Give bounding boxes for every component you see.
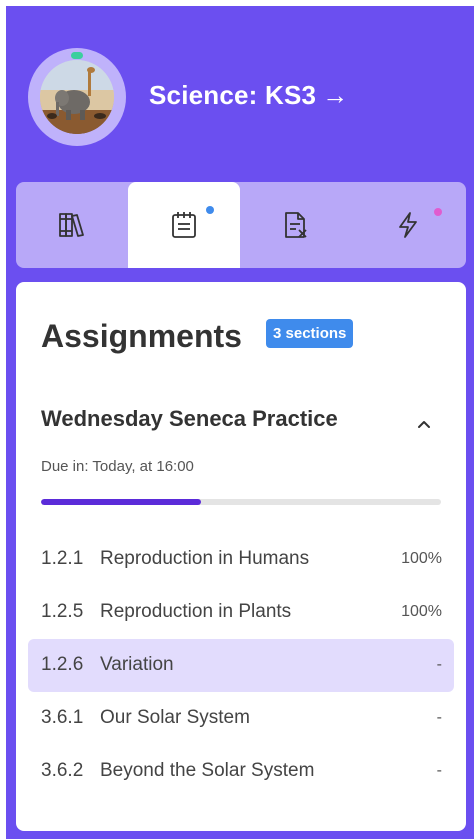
assignments-icon bbox=[172, 212, 196, 238]
course-header: Science: KS3 → bbox=[28, 48, 458, 158]
section-row[interactable]: 1.2.6 Variation - bbox=[28, 639, 454, 692]
section-score: 100% bbox=[401, 550, 442, 567]
tab-assignments[interactable] bbox=[128, 182, 240, 268]
chevron-up-icon bbox=[418, 421, 430, 428]
progress-fill bbox=[41, 499, 201, 505]
section-number: 3.6.1 bbox=[41, 707, 84, 728]
tab-smart-learning[interactable] bbox=[352, 182, 464, 268]
section-name: Our Solar System bbox=[100, 707, 250, 728]
section-name: Reproduction in Humans bbox=[100, 548, 310, 569]
course-title-link[interactable]: Science: KS3 → bbox=[149, 80, 348, 111]
course-title: Science: KS3 bbox=[149, 80, 317, 110]
section-score: - bbox=[436, 656, 442, 673]
elephant-photo-icon bbox=[40, 60, 114, 134]
tab-library[interactable] bbox=[16, 182, 128, 268]
section-number: 1.2.6 bbox=[41, 654, 84, 675]
arrow-right-icon: → bbox=[322, 80, 349, 110]
sections-count-badge: 3 sections bbox=[266, 319, 354, 348]
course-avatar[interactable] bbox=[28, 48, 126, 146]
section-score: - bbox=[436, 709, 442, 726]
assignment-title: Wednesday Seneca Practice bbox=[41, 406, 338, 431]
section-score: - bbox=[436, 762, 442, 779]
section-row[interactable]: 1.2.1 Reproduction in Humans 100% bbox=[28, 533, 454, 586]
books-icon bbox=[59, 213, 84, 237]
lightning-icon bbox=[399, 212, 417, 238]
section-row[interactable]: 1.2.5 Reproduction in Plants 100% bbox=[28, 586, 454, 639]
section-name: Reproduction in Plants bbox=[100, 601, 292, 622]
section-row[interactable]: 3.6.1 Our Solar System - bbox=[28, 692, 454, 745]
notification-dot bbox=[206, 206, 214, 214]
tab-bar bbox=[16, 182, 466, 268]
due-date: Due in: Today, at 16:00 bbox=[41, 458, 194, 475]
section-name: Variation bbox=[100, 654, 174, 675]
section-number: 1.2.1 bbox=[41, 548, 84, 569]
collapse-button[interactable] bbox=[412, 412, 436, 436]
tab-exam-practice[interactable] bbox=[240, 182, 352, 268]
exam-paper-icon bbox=[285, 212, 307, 238]
sidebar-panel: Science: KS3 → Assignments 3 sections We… bbox=[6, 6, 474, 839]
section-row[interactable]: 3.6.2 Beyond the Solar System - bbox=[28, 745, 454, 798]
progress-bar bbox=[41, 499, 441, 505]
section-number: 3.6.2 bbox=[41, 760, 84, 781]
assignments-panel: Assignments 3 sections Wednesday Seneca … bbox=[16, 282, 466, 831]
section-name: Beyond the Solar System bbox=[100, 760, 315, 781]
section-number: 1.2.5 bbox=[41, 601, 84, 622]
status-dot bbox=[71, 52, 83, 59]
notification-dot bbox=[434, 208, 442, 216]
section-list: 1.2.1 Reproduction in Humans 100% 1.2.5 Repr… bbox=[28, 533, 454, 798]
section-score: 100% bbox=[401, 603, 442, 620]
page-title: Assignments bbox=[41, 318, 242, 354]
